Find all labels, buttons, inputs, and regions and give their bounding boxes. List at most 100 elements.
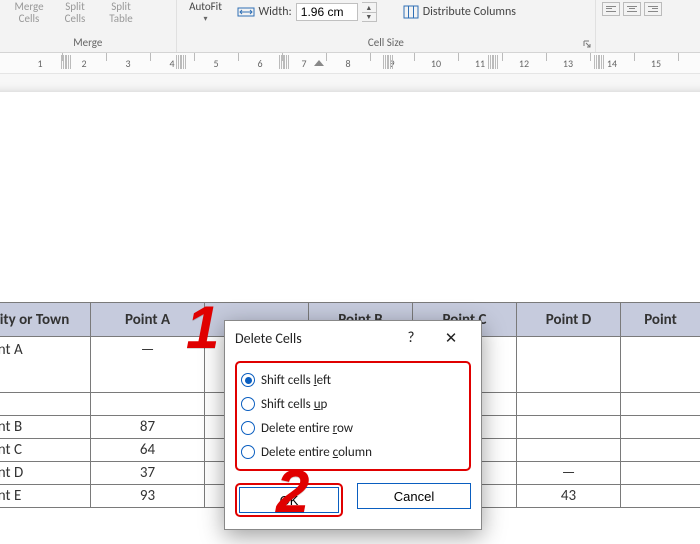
annotation-number-2: 2 [276, 462, 309, 522]
ruler-number: 2 [81, 57, 86, 70]
table-cell[interactable] [621, 462, 700, 485]
ruler-number: 3 [125, 57, 130, 70]
ribbon-group-merge: Merge Cells Split Cells Split Table Merg… [0, 0, 177, 52]
cancel-button[interactable]: Cancel [357, 483, 471, 509]
table-cell[interactable]: 43 [517, 485, 621, 508]
align-top-right-button[interactable] [644, 2, 662, 16]
ruler-column-marker[interactable] [279, 55, 289, 69]
option-shift-cells-up[interactable]: Shift cells up [241, 392, 465, 416]
table-cell[interactable] [621, 439, 700, 462]
ribbon-group-cellsize: AutoFit ▾ Width: ▲ ▼ [177, 0, 597, 52]
radio-icon [241, 421, 255, 435]
table-width-icon [237, 5, 255, 19]
option-shift-cells-left[interactable]: Shift cells left [241, 368, 465, 392]
option-delete-entire-row[interactable]: Delete entire row [241, 416, 465, 440]
table-cell[interactable] [621, 393, 700, 416]
split-cells-button[interactable]: Split Cells [52, 0, 98, 25]
option-label: Shift cells left [261, 373, 331, 388]
option-delete-entire-column[interactable]: Delete entire column [241, 440, 465, 464]
table-cell[interactable]: Point C [0, 439, 91, 462]
radio-icon [241, 445, 255, 459]
ruler-column-marker[interactable] [594, 55, 604, 69]
table-cell[interactable]: — [517, 462, 621, 485]
dialog-title: Delete Cells [235, 330, 302, 347]
table-cell[interactable] [517, 439, 621, 462]
table-cell[interactable] [0, 393, 91, 416]
table-cell[interactable]: 37 [91, 462, 205, 485]
ruler-column-marker[interactable] [383, 55, 393, 69]
ruler-number: 14 [607, 57, 617, 70]
table-cell[interactable] [517, 337, 621, 393]
ruler-number: 1 [37, 57, 42, 70]
ruler-number: 6 [257, 57, 262, 70]
table-cell[interactable] [621, 337, 700, 393]
split-cells-label: Split Cells [65, 1, 86, 25]
chevron-down-icon: ▾ [203, 13, 207, 25]
align-top-center-button[interactable] [623, 2, 641, 16]
distribute-columns-label: Distribute Columns [423, 5, 516, 19]
delete-cells-dialog: Delete Cells ? ✕ Shift cells left Shift … [224, 320, 482, 530]
dialog-titlebar[interactable]: Delete Cells ? ✕ [225, 321, 481, 355]
distribute-columns-button[interactable]: Distribute Columns [399, 4, 520, 20]
table-cell[interactable] [517, 416, 621, 439]
table-cell[interactable] [517, 393, 621, 416]
table-cell[interactable]: 87 [91, 416, 205, 439]
spinner-up-icon[interactable]: ▲ [362, 3, 376, 13]
ruler-number: 4 [169, 57, 174, 70]
radio-icon [241, 397, 255, 411]
ruler-number: 11 [475, 57, 485, 70]
dialog-close-button[interactable]: ✕ [431, 323, 471, 353]
annotation-number-1: 1 [186, 298, 219, 358]
ruler-column-marker[interactable] [61, 55, 71, 69]
table-cell[interactable]: Point A [0, 337, 91, 393]
table-cell[interactable] [621, 485, 700, 508]
table-cell[interactable]: 64 [91, 439, 205, 462]
ruler-number: 7 [301, 57, 306, 70]
ruler-number: 10 [431, 57, 441, 70]
split-table-button[interactable]: Split Table [98, 0, 144, 25]
radio-icon [241, 373, 255, 387]
dialog-launcher-icon [582, 39, 592, 49]
option-label: Shift cells up [261, 397, 327, 412]
option-label: Delete entire row [261, 421, 353, 436]
merge-cells-button[interactable]: Merge Cells [6, 0, 52, 25]
alignment-buttons [602, 0, 662, 16]
table-cell[interactable] [621, 416, 700, 439]
ruler-number: 15 [651, 57, 661, 70]
width-input[interactable] [296, 3, 358, 21]
close-icon: ✕ [445, 329, 458, 348]
width-row: Width: ▲ ▼ Distribute Columns [237, 1, 521, 23]
ruler-column-marker[interactable] [488, 55, 498, 69]
ribbon-group-alignment [596, 0, 700, 52]
horizontal-ruler[interactable]: 123456789101112131415 [0, 53, 700, 74]
table-cell[interactable]: Point B [0, 416, 91, 439]
split-table-label: Split Table [109, 1, 133, 25]
dialog-help-button[interactable]: ? [391, 323, 431, 353]
width-label: Width: [259, 5, 292, 19]
help-icon: ? [408, 329, 415, 347]
table-header-cell[interactable]: City or Town [0, 303, 91, 337]
merge-cells-label: Merge Cells [14, 1, 43, 25]
ruler-number: 5 [213, 57, 218, 70]
ruler-number: 8 [345, 57, 350, 70]
table-header-cell[interactable]: Point [621, 303, 700, 337]
document-area: City or Town Point A Point B Point C Poi… [0, 74, 700, 544]
merge-group-label: Merge [0, 36, 176, 52]
table-cell[interactable] [91, 393, 205, 416]
table-cell[interactable]: Point D [0, 462, 91, 485]
distribute-columns-icon [403, 5, 419, 19]
ruler-number: 12 [519, 57, 529, 70]
ruler-indent-marker[interactable] [314, 60, 324, 66]
cellsize-dialog-launcher[interactable] [581, 38, 593, 50]
ruler-number: 13 [563, 57, 573, 70]
table-cell[interactable]: 93 [91, 485, 205, 508]
spinner-down-icon[interactable]: ▼ [362, 13, 376, 22]
cellsize-group-label: Cell Size [177, 36, 596, 52]
table-cell[interactable]: Point E [0, 485, 91, 508]
table-header-cell[interactable]: Point D [517, 303, 621, 337]
autofit-button[interactable]: AutoFit ▾ [183, 0, 229, 25]
ruler-column-marker[interactable] [176, 55, 186, 69]
align-top-left-button[interactable] [602, 2, 620, 16]
dialog-options-group: Shift cells left Shift cells up Delete e… [235, 361, 471, 471]
width-spinner[interactable]: ▲ ▼ [362, 2, 377, 22]
